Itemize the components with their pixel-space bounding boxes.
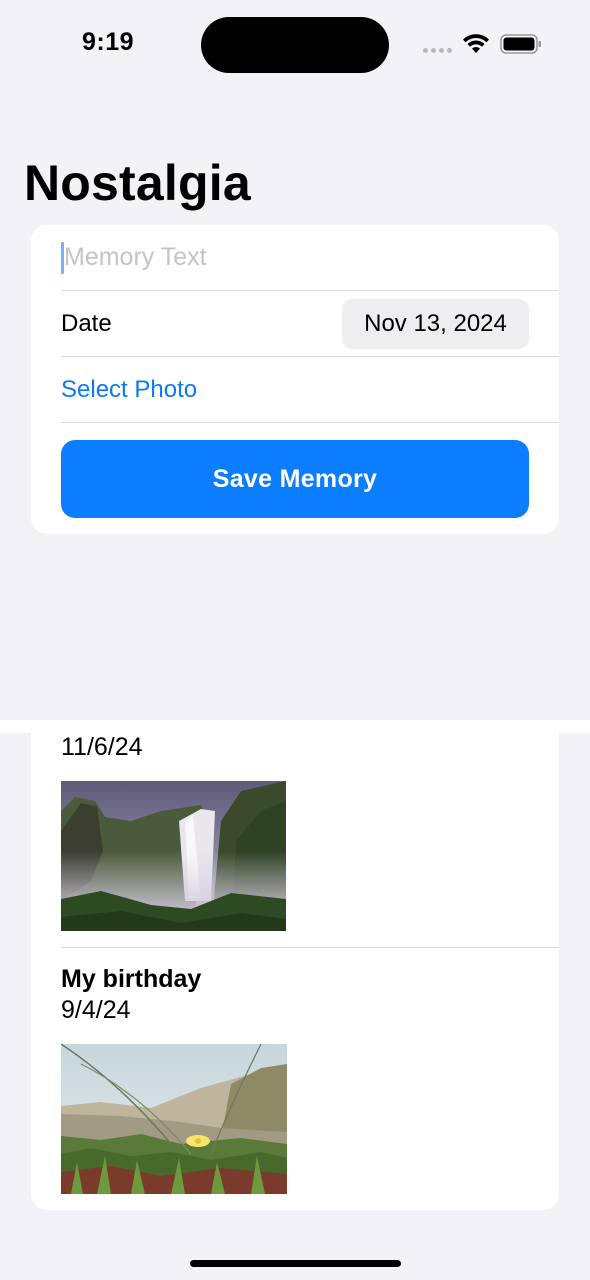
date-picker-button[interactable]: Nov 13, 2024 — [342, 299, 529, 349]
memory-text-input[interactable] — [64, 237, 504, 278]
photo-row: Select Photo — [61, 357, 559, 423]
memories-list[interactable]: 11/6/24 My birthday 9/4/24 — [31, 733, 559, 1210]
cellular-signal-icon — [423, 48, 452, 53]
dynamic-island — [201, 17, 389, 73]
screen: 9:19 Nostalgia Date Nov 13, 2024 Select … — [0, 0, 590, 1280]
page-title: Nostalgia — [24, 155, 251, 211]
memory-date: 11/6/24 — [61, 733, 143, 761]
list-divider — [61, 947, 559, 948]
date-row: Date Nov 13, 2024 — [61, 291, 559, 357]
beach-succulent-photo[interactable] — [61, 1044, 287, 1194]
waterfall-photo[interactable] — [61, 781, 286, 931]
memory-text-row — [61, 225, 559, 291]
memory-date: 9/4/24 — [61, 996, 131, 1024]
home-indicator[interactable] — [190, 1260, 401, 1267]
battery-icon — [500, 34, 541, 54]
save-memory-button[interactable]: Save Memory — [61, 440, 529, 518]
wifi-icon — [463, 34, 489, 53]
date-label: Date — [61, 309, 112, 337]
new-memory-form: Date Nov 13, 2024 Select Photo Save Memo… — [31, 225, 559, 534]
select-photo-button[interactable]: Select Photo — [61, 376, 197, 404]
status-time: 9:19 — [82, 28, 135, 56]
memory-title: My birthday — [61, 965, 202, 993]
list-top-edge — [0, 720, 590, 733]
